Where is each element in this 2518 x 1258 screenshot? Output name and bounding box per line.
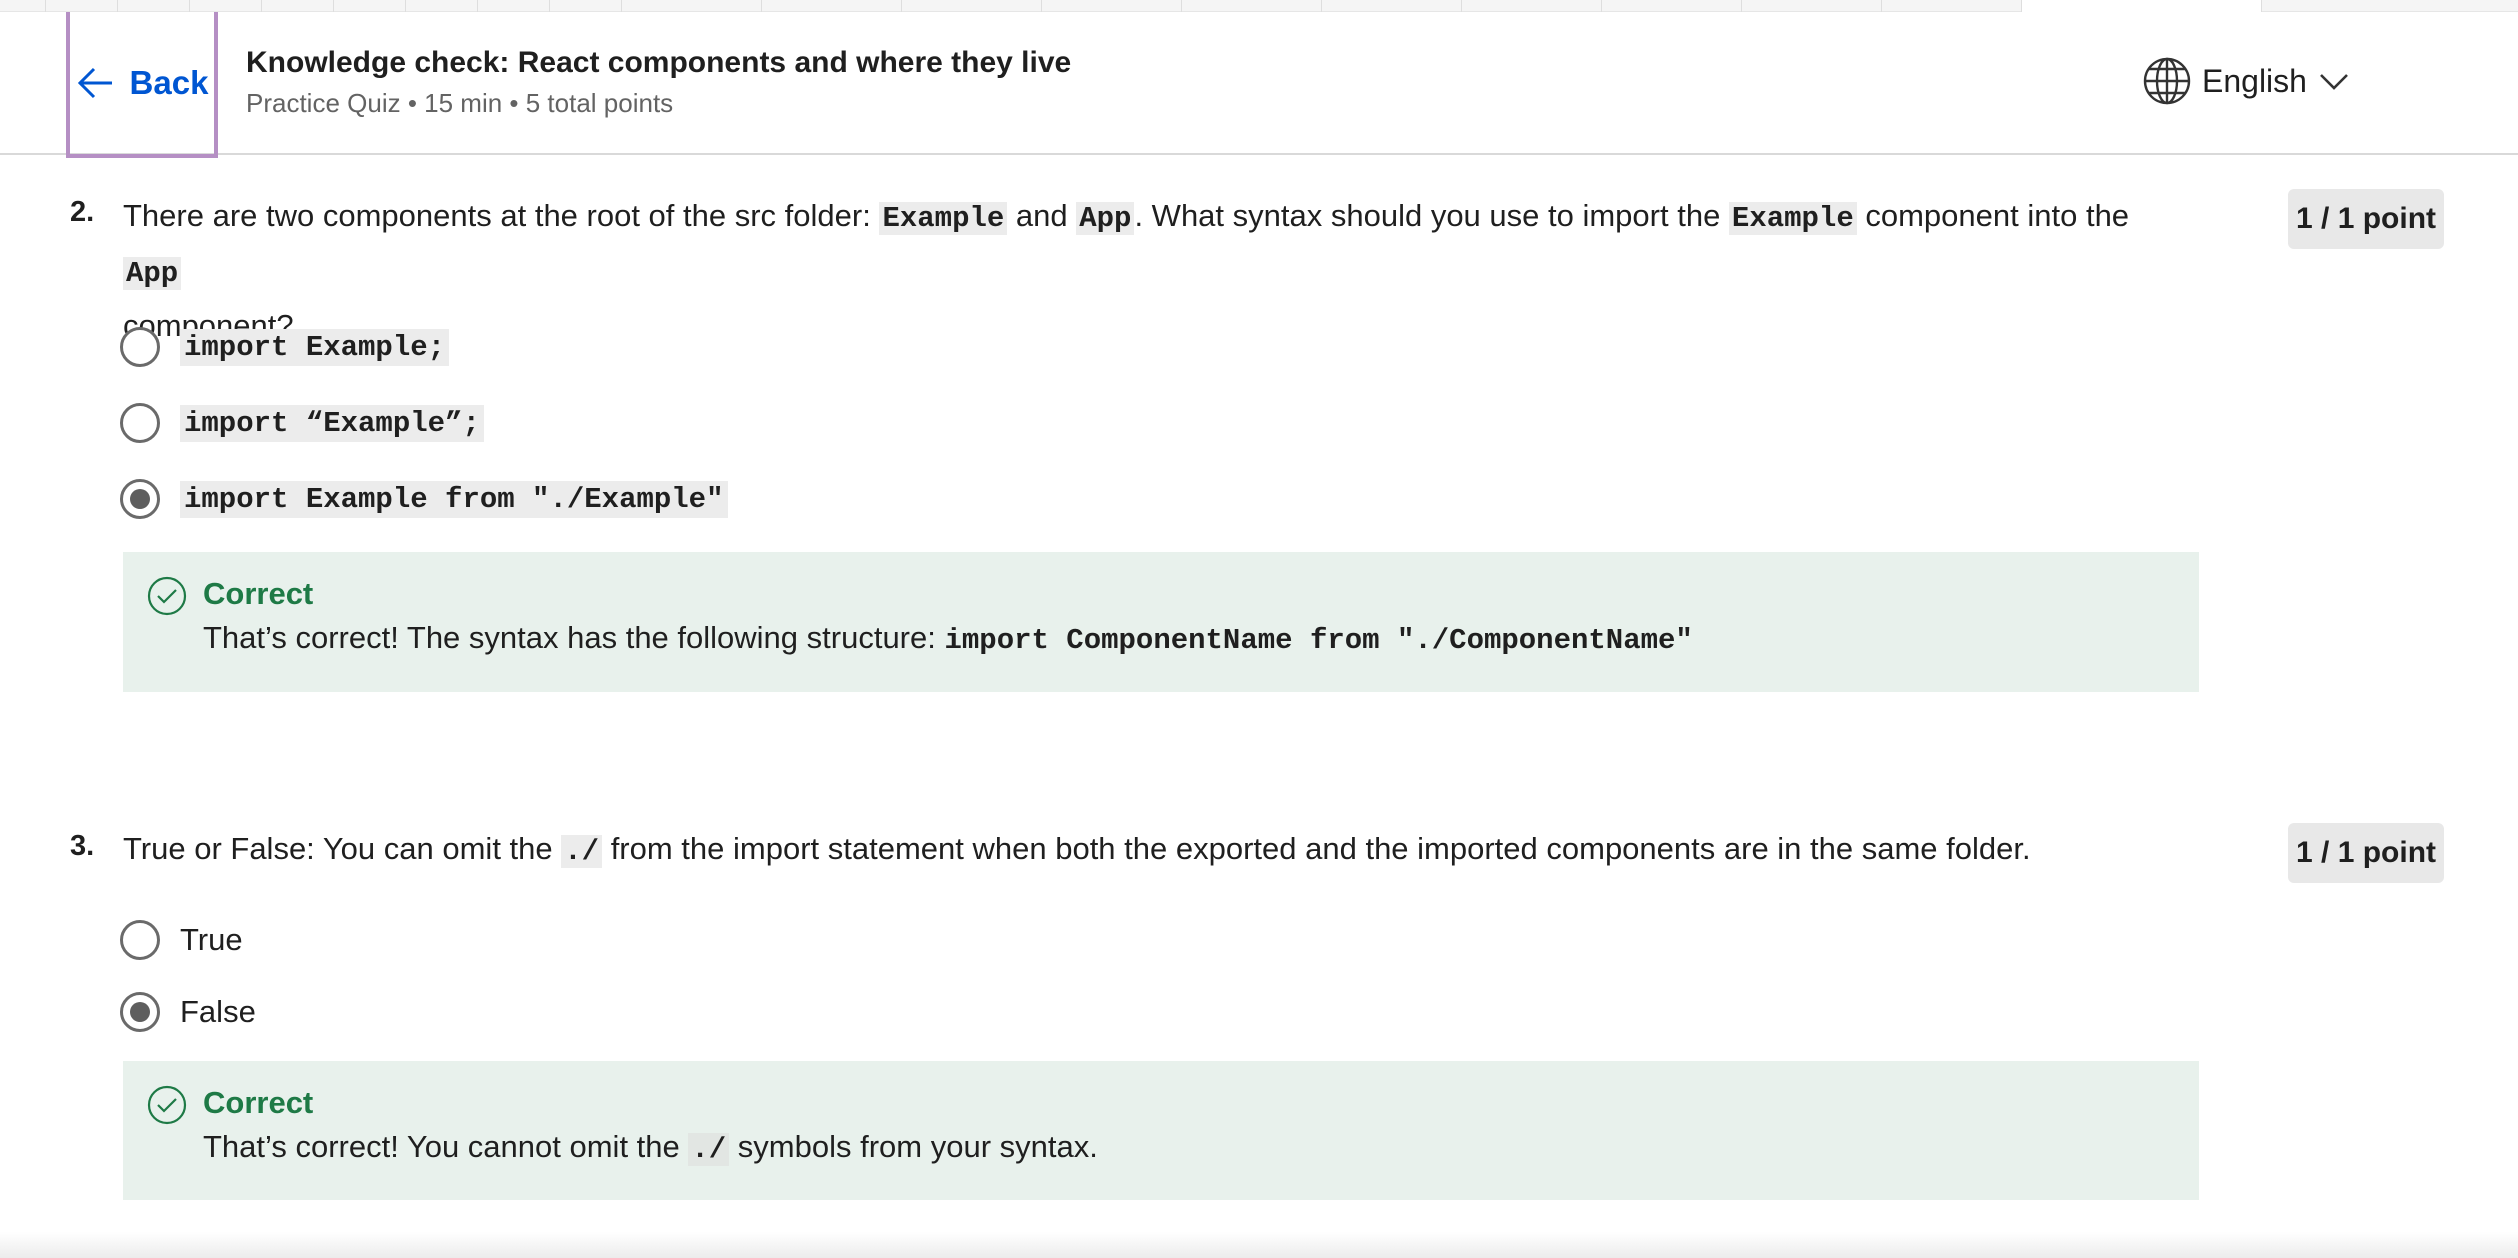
feedback-title: Correct — [203, 576, 314, 611]
quiz-header: Back Knowledge check: React components a… — [0, 12, 2518, 158]
answer-option[interactable]: import Example from "./Example" — [120, 479, 728, 519]
back-label: Back — [129, 64, 209, 101]
answer-option[interactable]: False — [120, 992, 256, 1032]
check-circle-icon — [147, 1085, 187, 1125]
inline-code: ./ — [688, 1133, 730, 1166]
feedback-text-part: That’s correct! The syntax has the follo… — [203, 620, 945, 655]
question-text-part: . What syntax should you use to import t… — [1134, 198, 1729, 233]
arrow-left-icon — [77, 67, 112, 99]
question-text-part: component into the — [1856, 198, 2130, 233]
inline-code: App — [123, 257, 182, 290]
points-badge: 1 / 1 point — [2288, 189, 2445, 249]
language-label: English — [2202, 62, 2307, 99]
feedback-text: That’s correct! You cannot omit the ./ s… — [203, 1129, 1098, 1166]
feedback-correct: Correct That’s correct! You cannot omit … — [123, 1061, 2199, 1200]
language-selector[interactable]: English — [2142, 56, 2351, 106]
option-label: import Example; — [180, 328, 450, 366]
page-bottom-shadow — [0, 1232, 2518, 1258]
quiz-title: Knowledge check: React components and wh… — [246, 46, 1072, 79]
inline-code: import ComponentName from "./ComponentNa… — [944, 624, 1693, 657]
question-number: 2. — [70, 196, 95, 228]
question-text-part: from the import statement when both the … — [602, 831, 2031, 866]
back-button[interactable]: Back — [66, 12, 218, 158]
option-label: False — [180, 994, 256, 1029]
question-text-part: True or False: You can omit the — [123, 831, 562, 866]
question-text: True or False: You can omit the ./ from … — [123, 823, 2223, 878]
question-text-part: There are two components at the root of … — [123, 198, 880, 233]
feedback-correct: Correct That’s correct! The syntax has t… — [123, 552, 2199, 692]
radio-button[interactable] — [120, 920, 160, 960]
quiz-meta: Practice Quiz • 15 min • 5 total points — [246, 88, 674, 118]
inline-code: App — [1076, 202, 1135, 235]
question-number: 3. — [70, 830, 95, 862]
chevron-down-icon — [2320, 74, 2348, 90]
feedback-text-part: That’s correct! You cannot omit the — [203, 1129, 689, 1164]
radio-button[interactable] — [120, 403, 160, 443]
inline-code: Example — [879, 202, 1008, 235]
feedback-text: That’s correct! The syntax has the follo… — [203, 620, 1693, 657]
answer-option[interactable]: import “Example”; — [120, 403, 484, 443]
radio-button-selected[interactable] — [120, 479, 160, 519]
option-label: import “Example”; — [180, 404, 484, 442]
points-badge: 1 / 1 point — [2288, 823, 2445, 883]
browser-tab-strip — [0, 0, 2518, 12]
inline-code: ./ — [561, 835, 603, 868]
answer-option[interactable]: True — [120, 920, 243, 960]
radio-button-selected[interactable] — [120, 992, 160, 1032]
answer-option[interactable]: import Example; — [120, 327, 450, 367]
feedback-title: Correct — [203, 1085, 314, 1120]
globe-icon — [2143, 57, 2191, 105]
feedback-text-part: symbols from your syntax. — [729, 1129, 1098, 1164]
radio-button[interactable] — [120, 327, 160, 367]
option-label: True — [180, 922, 243, 957]
check-circle-icon — [147, 576, 187, 616]
question-text-part: and — [1007, 198, 1077, 233]
option-label: import Example from "./Example" — [180, 480, 728, 518]
inline-code: Example — [1728, 202, 1857, 235]
